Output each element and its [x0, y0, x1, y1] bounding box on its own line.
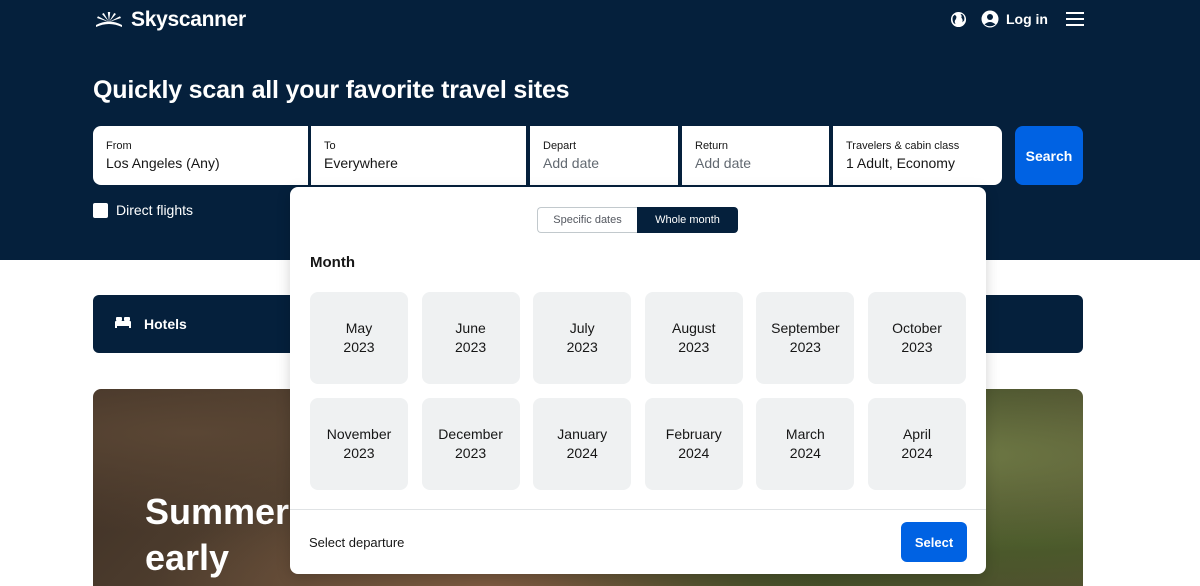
month-tile[interactable]: October 2023	[867, 292, 966, 384]
bed-icon	[114, 315, 132, 334]
month-tile[interactable]: December 2023	[421, 398, 520, 490]
return-label: Return	[695, 140, 729, 152]
month-year: 2023	[901, 339, 933, 355]
month-name: November	[326, 426, 392, 442]
month-year: 2023	[566, 339, 598, 355]
hotels-label: Hotels	[144, 316, 187, 332]
month-year: 2023	[789, 339, 821, 355]
month-year: 2023	[455, 445, 487, 461]
depart-label: Depart	[543, 140, 577, 152]
month-tile[interactable]: August 2023	[644, 292, 743, 384]
month-grid: May 2023 June 2023 July 2023 August 2023 Sep…	[310, 292, 966, 490]
month-name: February	[665, 426, 722, 442]
month-heading: Month	[310, 254, 355, 271]
month-tile[interactable]: May 2023	[310, 292, 408, 384]
promo-title: Summer early	[145, 491, 290, 578]
month-year: 2024	[678, 445, 710, 461]
month-name: August	[671, 320, 716, 336]
skyscanner-logo[interactable]: Skyscanner	[93, 8, 246, 32]
to-value: Everywhere	[324, 155, 398, 171]
month-year: 2024	[901, 445, 933, 461]
month-name: January	[557, 426, 608, 442]
month-name: September	[771, 320, 840, 336]
globe-icon[interactable]	[949, 10, 967, 28]
month-year: 2023	[455, 339, 487, 355]
travelers-label: Travelers & cabin class	[846, 140, 960, 152]
month-tile[interactable]: November 2023	[310, 398, 408, 490]
popup-divider	[290, 509, 986, 510]
month-year: 2023	[343, 445, 375, 461]
date-mode-toggle: Specific dates Whole month	[537, 207, 738, 233]
month-year: 2023	[678, 339, 710, 355]
month-tile[interactable]: March 2024	[756, 398, 855, 490]
select-button[interactable]: Select	[901, 522, 967, 562]
page-headline: Quickly scan all your favorite travel si…	[93, 76, 570, 104]
depart-date-field[interactable]: Depart Add date	[530, 126, 678, 185]
to-label: To	[324, 140, 336, 152]
from-value: Los Angeles (Any)	[106, 155, 220, 171]
month-year: 2024	[566, 445, 598, 461]
direct-flights-label: Direct flights	[116, 202, 194, 218]
month-name: October	[892, 320, 942, 336]
hamburger-menu-icon[interactable]	[1066, 10, 1084, 28]
specific-dates-tab[interactable]: Specific dates	[537, 207, 637, 233]
to-field[interactable]: To Everywhere	[311, 126, 526, 185]
login-label: Log in	[1006, 11, 1048, 27]
travelers-cabin-field[interactable]: Travelers & cabin class 1 Adult, Economy	[833, 126, 1002, 185]
month-tile[interactable]: July 2023	[533, 292, 632, 384]
date-picker-popup: Specific dates Whole month Month May 2023…	[290, 187, 986, 574]
whole-month-tab[interactable]: Whole month	[637, 207, 738, 233]
month-name: June	[455, 320, 486, 336]
month-name: December	[438, 426, 503, 442]
travelers-value: 1 Adult, Economy	[846, 155, 955, 171]
direct-flights-option[interactable]: Direct flights	[93, 202, 193, 218]
header-actions: Log in	[949, 10, 1084, 28]
return-placeholder: Add date	[695, 155, 752, 171]
month-year: 2023	[343, 339, 375, 355]
selection-status: Select departure	[309, 535, 405, 550]
return-date-field[interactable]: Return Add date	[682, 126, 829, 185]
login-button[interactable]: Log in	[981, 10, 1048, 28]
depart-placeholder: Add date	[543, 155, 600, 171]
direct-flights-checkbox[interactable]	[93, 202, 108, 218]
month-tile[interactable]: June 2023	[421, 292, 520, 384]
month-tile[interactable]: September 2023	[756, 292, 855, 384]
month-name: March	[785, 426, 825, 442]
month-name: May	[345, 320, 373, 336]
month-name: July	[569, 320, 595, 336]
from-field[interactable]: From Los Angeles (Any)	[93, 126, 308, 185]
month-tile[interactable]: April 2024	[867, 398, 966, 490]
search-button[interactable]: Search	[1015, 126, 1083, 185]
from-label: From	[106, 140, 132, 152]
month-tile[interactable]: January 2024	[533, 398, 632, 490]
user-circle-icon	[981, 10, 999, 28]
month-name: April	[902, 426, 931, 442]
month-tile[interactable]: February 2024	[644, 398, 743, 490]
sunburst-logo-icon	[96, 12, 122, 27]
brand-name: Skyscanner	[131, 8, 246, 31]
month-year: 2024	[789, 445, 821, 461]
